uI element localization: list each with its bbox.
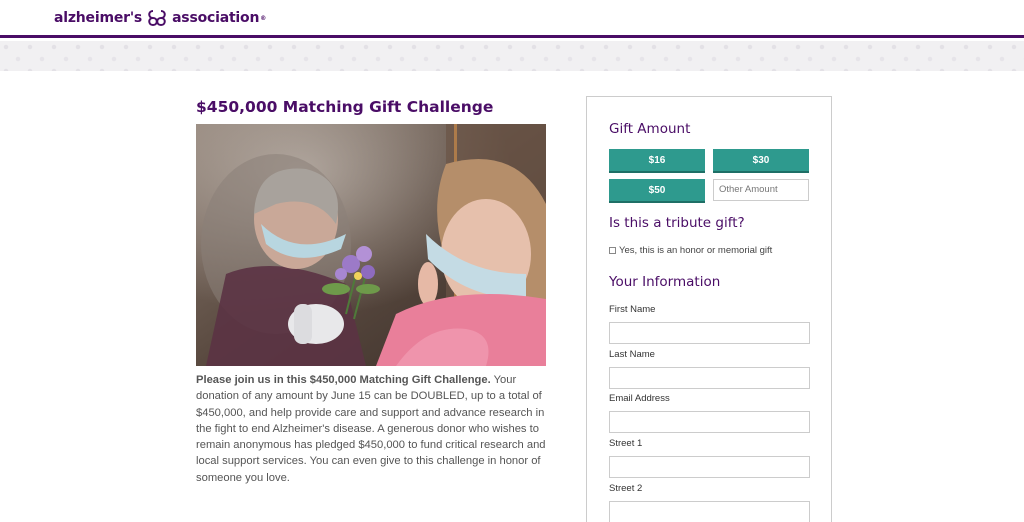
logo-text-right: association <box>172 10 260 26</box>
donation-form: Gift Amount $16 $30 $50 Other Amount Is … <box>586 96 832 522</box>
photo-illustration <box>196 124 546 366</box>
amount-30-button[interactable]: $30 <box>713 149 809 173</box>
tribute-checkbox-row[interactable]: Yes, this is an honor or memorial gift <box>609 245 772 256</box>
decorative-pattern-band <box>0 41 1024 71</box>
logo-mark-icon <box>148 10 166 27</box>
page-title: $450,000 Matching Gift Challenge <box>196 98 494 116</box>
logo-text-left: alzheimer's <box>54 10 143 26</box>
other-amount-input[interactable]: Other Amount <box>713 179 809 201</box>
email-label: Email Address <box>609 393 670 404</box>
first-name-field[interactable] <box>609 322 810 344</box>
street-1-field[interactable] <box>609 456 810 478</box>
street-2-label: Street 2 <box>609 483 643 494</box>
your-information-heading: Your Information <box>609 274 721 290</box>
site-header: alzheimer's association ® <box>0 0 1024 38</box>
last-name-label: Last Name <box>609 349 655 360</box>
campaign-photo <box>196 124 546 366</box>
description-lead: Please join us in this $450,000 Matching… <box>196 374 491 386</box>
tribute-heading: Is this a tribute gift? <box>609 215 745 231</box>
campaign-description: Please join us in this $450,000 Matching… <box>196 372 546 486</box>
first-name-label: First Name <box>609 304 656 315</box>
amount-16-button[interactable]: $16 <box>609 149 705 173</box>
email-field[interactable] <box>609 411 810 433</box>
gift-amount-heading: Gift Amount <box>609 121 691 137</box>
amount-50-button[interactable]: $50 <box>609 179 705 203</box>
tribute-checkbox[interactable] <box>609 247 616 254</box>
logo-registered-mark: ® <box>260 14 267 22</box>
last-name-field[interactable] <box>609 367 810 389</box>
street-2-field[interactable] <box>609 501 810 522</box>
street-1-label: Street 1 <box>609 438 643 449</box>
alzheimers-association-logo[interactable]: alzheimer's association ® <box>54 7 266 29</box>
campaign-content: $450,000 Matching Gift Challenge Please … <box>196 96 546 484</box>
description-body: Your donation of any amount by June 15 c… <box>196 374 546 484</box>
tribute-checkbox-label: Yes, this is an honor or memorial gift <box>619 245 773 256</box>
